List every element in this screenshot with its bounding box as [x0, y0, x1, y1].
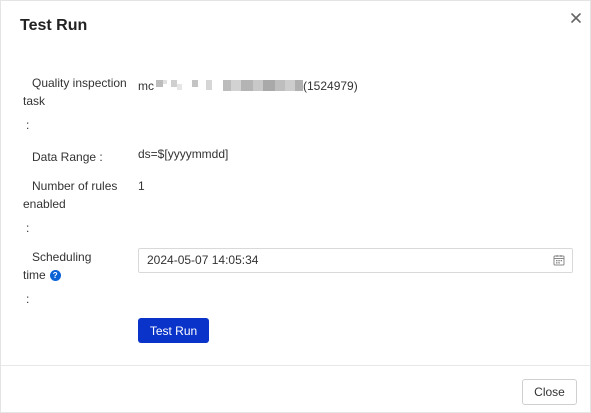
- data-range-value: ds=$[yyyymmdd]: [138, 147, 229, 161]
- footer-divider: [1, 365, 591, 366]
- rules-value: 1: [138, 179, 145, 193]
- task-value-suffix: (1524979): [303, 79, 358, 93]
- task-value-prefix: mc: [138, 79, 154, 93]
- scheduling-label-line2-row: time?: [23, 266, 61, 284]
- redacted-task-name: [156, 80, 303, 91]
- scheduling-time-input[interactable]: 2024-05-07 14:05:34: [138, 248, 573, 273]
- close-button[interactable]: Close: [522, 379, 577, 405]
- task-label-line1: Quality inspection: [32, 76, 127, 90]
- task-label-colon: :: [26, 118, 30, 132]
- close-icon[interactable]: [567, 9, 585, 27]
- scheduling-label-line2: time: [23, 268, 46, 282]
- scheduling-label-line1: Scheduling: [32, 250, 92, 264]
- scheduling-label-colon: :: [26, 292, 30, 306]
- calendar-icon[interactable]: [553, 254, 565, 266]
- test-run-dialog: Test Run Quality inspection task : mc (1…: [0, 0, 591, 413]
- rules-label-line1: Number of rules: [32, 179, 118, 193]
- task-label-line2: task: [23, 94, 46, 108]
- test-run-button[interactable]: Test Run: [138, 318, 209, 343]
- dialog-title: Test Run: [20, 17, 88, 34]
- rules-label-line2: enabled: [23, 197, 66, 211]
- question-circle-icon[interactable]: ?: [49, 270, 61, 281]
- rules-label-colon: :: [26, 221, 30, 235]
- data-range-label: Data Range :: [32, 150, 103, 164]
